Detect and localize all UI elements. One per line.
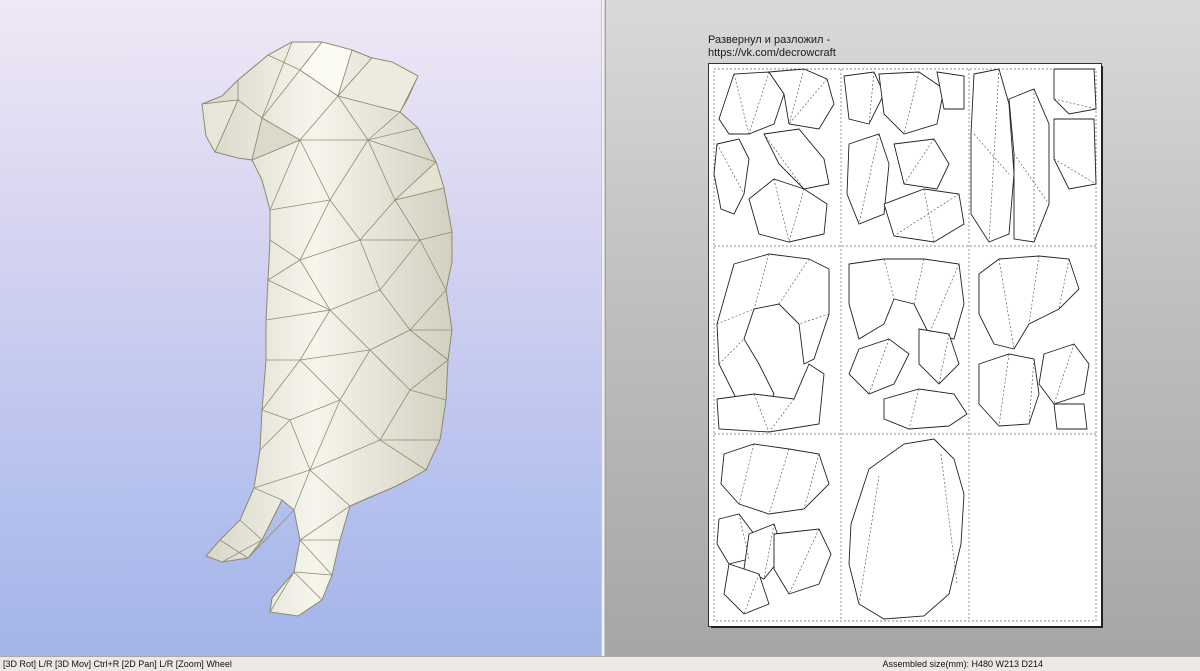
part-piece	[846, 133, 890, 225]
caption-line-1: Развернул и разложил -	[708, 34, 831, 46]
status-bar: [3D Rot] L/R [3D Mov] Ctrl+R [2D Pan] L/…	[0, 656, 1200, 671]
paper-sheet	[709, 64, 1101, 626]
part-piece	[713, 138, 750, 215]
part-piece	[1038, 343, 1090, 405]
part-piece	[1053, 118, 1097, 190]
dog-model	[201, 41, 453, 617]
pattern-layout	[713, 68, 1097, 622]
part-piece	[978, 353, 1040, 427]
part-piece	[720, 443, 830, 515]
part-piece	[883, 188, 965, 243]
caption-line-2: https://vk.com/decrowcraft	[708, 47, 836, 59]
part-piece	[1008, 88, 1050, 243]
part-piece	[718, 71, 785, 135]
part-piece	[773, 528, 832, 595]
assembled-size: Assembled size(mm): H480 W213 D214	[882, 659, 1043, 669]
unfolded-parts	[713, 68, 1097, 620]
part-piece	[893, 138, 950, 190]
dog-silhouette	[201, 41, 453, 617]
part-piece	[848, 258, 965, 340]
part-piece	[748, 178, 828, 243]
3d-model-view[interactable]	[0, 0, 601, 656]
part-piece	[878, 71, 945, 135]
part-piece	[978, 255, 1080, 350]
part-piece	[1053, 403, 1088, 430]
sheet-caption: Развернул и разложил - https://vk.com/de…	[708, 34, 836, 60]
part-piece	[848, 438, 965, 620]
part-piece	[843, 71, 885, 125]
part-piece	[883, 388, 968, 430]
controls-hint: [3D Rot] L/R [3D Mov] Ctrl+R [2D Pan] L/…	[3, 659, 232, 669]
2d-unfold-view[interactable]: Развернул и разложил - https://vk.com/de…	[606, 0, 1200, 656]
